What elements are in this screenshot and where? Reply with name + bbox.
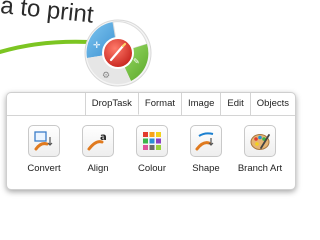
- align-button[interactable]: a Align: [71, 125, 125, 174]
- branch-art-label: Branch Art: [237, 163, 283, 174]
- branch-art-button[interactable]: Branch Art: [233, 125, 287, 174]
- tab-objects[interactable]: Objects: [249, 93, 295, 115]
- radial-menu[interactable]: ✛ ⚙ ✎: [83, 18, 153, 88]
- convert-icon: [34, 131, 53, 151]
- format-panel: DropTask Format Image Edit Objects Conve…: [6, 92, 296, 190]
- tab-bar: DropTask Format Image Edit Objects: [7, 93, 295, 116]
- shape-icon: [195, 132, 214, 151]
- colour-label: Colour: [138, 163, 166, 174]
- colour-icon: [143, 132, 161, 150]
- tab-format[interactable]: Format: [137, 93, 181, 115]
- svg-text:⚙: ⚙: [102, 71, 110, 81]
- tab-image[interactable]: Image: [181, 93, 220, 115]
- convert-button[interactable]: Convert: [17, 125, 71, 174]
- tab-edit[interactable]: Edit: [220, 93, 249, 115]
- align-icon: a: [87, 132, 107, 151]
- convert-label: Convert: [27, 163, 61, 174]
- svg-text:✛: ✛: [93, 41, 101, 51]
- colour-button[interactable]: Colour: [125, 125, 179, 174]
- tool-row: Convert a Align Colour Shape Branch Art: [17, 125, 289, 174]
- shape-button[interactable]: Shape: [179, 125, 233, 174]
- svg-text:✎: ✎: [133, 57, 140, 66]
- tab-droptask[interactable]: DropTask: [84, 93, 138, 115]
- svg-text:a: a: [100, 132, 107, 143]
- branch-art-icon: [250, 134, 270, 150]
- shape-label: Shape: [192, 163, 220, 174]
- align-label: Align: [87, 163, 109, 174]
